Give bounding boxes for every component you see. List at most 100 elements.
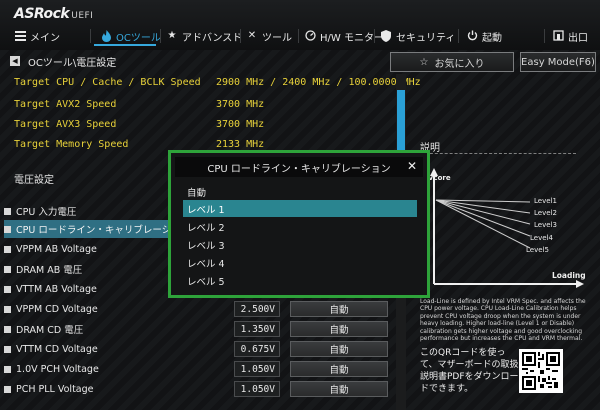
option-level-1[interactable]: レベル 1 — [183, 200, 417, 217]
mode-select[interactable]: 自動 — [290, 361, 388, 377]
setting-label: DRAM AB 電圧 — [16, 265, 83, 276]
tab-boot-label: 起動 — [482, 32, 502, 44]
star-icon: ☆ — [419, 56, 429, 68]
tab-oc-tool[interactable]: OCツール — [100, 26, 161, 46]
nav-divider — [298, 29, 299, 43]
bullet-icon — [4, 245, 11, 253]
tab-main[interactable]: メイン — [14, 26, 60, 46]
setting-label: VPPM CD Voltage — [16, 303, 98, 315]
nav-divider — [374, 29, 375, 43]
power-icon — [466, 30, 478, 42]
voltage-value[interactable]: 0.675V — [234, 341, 280, 357]
setting-1v-pch[interactable]: 1.0V PCH Voltage — [4, 360, 210, 378]
shield-icon — [380, 30, 392, 42]
info-row: Target Memory Speed — [14, 136, 128, 152]
option-level-2[interactable]: レベル 2 — [183, 218, 417, 235]
flame-icon — [100, 30, 112, 42]
setting-label: VPPM AB Voltage — [16, 243, 97, 255]
mode-select[interactable]: 自動 — [290, 321, 388, 337]
voltage-value[interactable]: 1.050V — [234, 381, 280, 397]
setting-label: 1.0V PCH Voltage — [16, 363, 99, 375]
info-row: Target AVX2 Speed — [14, 96, 116, 112]
bullet-icon — [4, 265, 11, 273]
qr-code-icon — [519, 349, 563, 393]
mode-select[interactable]: 自動 — [290, 301, 388, 317]
mode-select[interactable]: 自動 — [290, 381, 388, 397]
tab-tool[interactable]: ✕ ツール — [246, 26, 292, 46]
bullet-icon — [4, 365, 11, 373]
voltage-value[interactable]: 1.050V — [234, 361, 280, 377]
info-label: Target AVX2 Speed — [14, 98, 117, 110]
easy-mode-button[interactable]: Easy Mode(F6) — [520, 52, 596, 72]
easy-mode-button-label: Easy Mode(F6) — [521, 56, 595, 68]
favorite-button[interactable]: ☆ お気に入り — [390, 52, 514, 72]
scrollbar-thumb[interactable] — [397, 90, 405, 150]
tab-advanced[interactable]: ★ アドバンスド — [166, 26, 243, 46]
back-arrow-icon[interactable]: ◀ — [10, 56, 20, 66]
info-value-text: 3700 MHz — [216, 118, 265, 130]
option-auto[interactable]: 自動 — [183, 183, 417, 200]
brand-logo: ASRock UEFI — [14, 6, 93, 22]
bullet-icon — [4, 207, 11, 215]
tab-boot[interactable]: 起動 — [466, 26, 502, 46]
option-level-5[interactable]: レベル 5 — [183, 272, 417, 289]
graph-level-label: Level4 — [530, 234, 553, 242]
wrench-icon: ✕ — [247, 30, 257, 41]
info-label: Target Memory Speed — [14, 138, 129, 150]
tab-tool-label: ツール — [262, 32, 292, 44]
info-value-text: 2133 MHz — [216, 138, 265, 150]
voltage-value[interactable]: 1.350V — [234, 321, 280, 337]
setting-pch-pll[interactable]: PCH PLL Voltage — [4, 380, 210, 398]
close-icon[interactable]: ✕ — [405, 159, 419, 173]
nav-divider — [160, 29, 161, 43]
setting-vttm-cd[interactable]: VTTM CD Voltage — [4, 340, 210, 358]
setting-label: CPU ロードライン・キャリブレーション — [16, 225, 191, 236]
option-level-3[interactable]: レベル 3 — [183, 236, 417, 253]
setting-label: DRAM CD 電圧 — [16, 325, 84, 336]
nav-divider — [90, 29, 91, 43]
setting-label: VTTM AB Voltage — [16, 283, 97, 295]
list-icon — [14, 30, 26, 42]
nav-divider — [544, 29, 545, 43]
graph-x-label: Loading — [552, 271, 586, 280]
graph-level-label: Level5 — [526, 246, 549, 254]
setting-label: VTTM CD Voltage — [16, 343, 98, 355]
qr-instructions: このQRコードを使って、マザーボードの取扱説明書PDFをダウンロードできます。 — [420, 348, 519, 394]
dialog-header: CPU ロードライン・キャリブレーション ✕ — [175, 157, 423, 177]
description-text: Load-Line is defined by Intel VRM Spec. … — [420, 298, 586, 343]
bullet-icon — [4, 285, 11, 293]
bullet-icon — [4, 385, 11, 393]
section-title: 電圧設定 — [14, 175, 54, 186]
bullet-icon — [4, 345, 11, 353]
option-level-4[interactable]: レベル 4 — [183, 254, 417, 271]
favorite-button-label: お気に入り — [434, 58, 485, 70]
setting-vppm-cd[interactable]: VPPM CD Voltage — [4, 300, 210, 318]
active-tab-indicator — [94, 44, 156, 46]
top-bar: ASRock UEFI メイン OCツール ★ アドバンスド ✕ ツール H/W… — [0, 0, 600, 50]
dialog-title: CPU ロードライン・キャリブレーション — [207, 163, 391, 175]
info-row: Target CPU / Cache / BCLK Speed — [14, 74, 201, 90]
star-icon: ★ — [167, 30, 177, 41]
tab-hw-monitor[interactable]: H/W モニター — [304, 26, 384, 46]
voltage-value[interactable]: 2.500V — [234, 301, 280, 317]
setting-dram-cd[interactable]: DRAM CD 電圧 — [4, 320, 210, 338]
info-value: 3700 MHz — [216, 96, 264, 112]
breadcrumb-text: OCツール\電圧設定 — [28, 57, 117, 69]
tab-security-label: セキュリティ — [396, 32, 456, 44]
bullet-icon — [4, 225, 11, 233]
info-label: Target CPU / Cache / BCLK Speed — [14, 76, 201, 88]
mode-select[interactable]: 自動 — [290, 341, 388, 357]
monitor-icon — [304, 30, 316, 42]
graph-level-label: Level1 — [534, 197, 557, 205]
graph-y-label: Vcore — [428, 174, 451, 182]
tab-main-label: メイン — [30, 32, 60, 44]
llc-dialog: CPU ロードライン・キャリブレーション ✕ 自動 レベル 1 レベル 2 レベ… — [168, 150, 430, 298]
brand-name: ASRock — [14, 6, 70, 22]
brand-suffix: UEFI — [71, 11, 94, 21]
tab-exit[interactable]: 出口 — [552, 26, 588, 46]
info-label: Target AVX3 Speed — [14, 118, 117, 130]
description-divider — [420, 153, 576, 154]
tab-security[interactable]: セキュリティ — [380, 26, 455, 46]
info-value: 2900 MHz / 2400 MHz / 100.0000 MHz — [216, 74, 421, 90]
bullet-icon — [4, 305, 11, 313]
